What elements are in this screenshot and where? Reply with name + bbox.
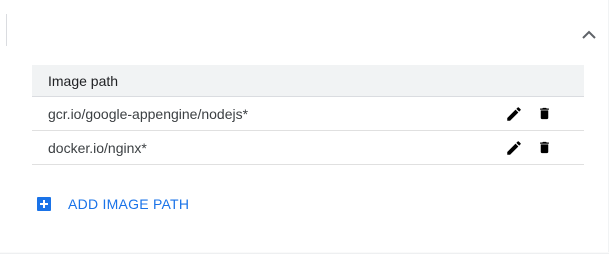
chevron-up-icon <box>582 30 596 39</box>
table-row: docker.io/nginx* <box>32 131 584 165</box>
image-path-table: Image path gcr.io/google-appengine/nodej… <box>32 65 584 165</box>
edit-button[interactable] <box>504 104 524 124</box>
pencil-icon <box>507 106 521 121</box>
trash-icon <box>539 107 549 120</box>
table-row: gcr.io/google-appengine/nodejs* <box>32 97 584 131</box>
plus-box-icon <box>37 197 51 211</box>
delete-button[interactable] <box>534 104 554 124</box>
column-header-image-path: Image path <box>48 72 119 89</box>
pencil-icon <box>507 140 521 155</box>
row-actions <box>504 104 554 124</box>
delete-button[interactable] <box>534 138 554 158</box>
collapse-button[interactable] <box>578 25 600 43</box>
add-image-path-button[interactable]: ADD IMAGE PATH <box>37 196 189 212</box>
table-header: Image path <box>32 65 584 97</box>
edit-button[interactable] <box>504 138 524 158</box>
trash-icon <box>539 141 549 154</box>
row-actions <box>504 138 554 158</box>
add-image-path-label: ADD IMAGE PATH <box>68 196 190 212</box>
left-divider <box>6 14 7 46</box>
image-path-panel: Image path gcr.io/google-appengine/nodej… <box>0 0 609 254</box>
